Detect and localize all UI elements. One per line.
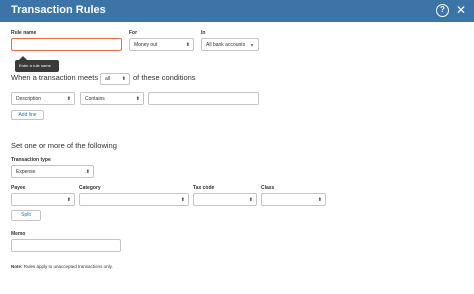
in-select-value: All bank accounts [206,41,246,48]
class-select[interactable]: ⬍ [261,193,326,206]
tax-code-select[interactable]: ⬍ [193,193,257,206]
payee-select[interactable]: ⬍ [11,193,75,206]
category-select[interactable]: ⬍ [79,193,189,206]
class-label: Class [261,185,275,191]
updown-arrow-icon: ⬍ [66,95,71,102]
note-text: Rules apply to unaccepted transactions o… [23,264,113,269]
conditions-suffix: of these conditions [133,73,196,82]
for-label: For [129,30,138,36]
actions-heading: Set one or more of the following [11,141,117,150]
updown-arrow-icon: ⬍ [185,41,190,48]
window-title: Transaction Rules [11,4,106,16]
in-select[interactable]: All bank accounts ▼ [201,38,259,51]
title-bar: Transaction Rules ? ✕ [0,0,474,22]
transaction-type-select[interactable]: Expense ⬍ [11,165,94,178]
rule-name-label: Rule name [11,30,37,36]
split-button[interactable]: Split [11,210,41,221]
condition-field-value: Description [16,95,42,102]
updown-arrow-icon: ⬍ [317,196,322,203]
updown-arrow-icon: ⬍ [66,196,71,203]
updown-arrow-icon: ⬍ [121,76,126,82]
tax-code-label: Tax code [193,185,215,191]
for-select[interactable]: Money out ⬍ [129,38,194,51]
in-label: In [201,30,206,36]
transaction-type-label: Transaction type [11,157,51,163]
payee-label: Payee [11,185,26,191]
category-label: Category [79,185,101,191]
updown-arrow-icon: ⬍ [135,95,140,102]
rule-name-input[interactable] [11,38,122,51]
close-icon[interactable]: ✕ [456,3,466,17]
memo-input[interactable] [11,239,121,252]
for-select-value: Money out [134,41,158,48]
updown-arrow-icon: ⬍ [248,196,253,203]
match-select-value: all [105,76,111,82]
rule-name-tooltip: Enter a rule name [15,56,59,72]
caret-down-icon: ▼ [250,42,254,47]
updown-arrow-icon: ⬍ [85,168,90,175]
match-select[interactable]: all ⬍ [100,73,130,85]
transaction-type-value: Expense [16,168,36,175]
note-bold: Note: [11,264,23,269]
add-line-button[interactable]: Add line [11,110,44,120]
condition-operator-value: Contains [85,95,105,102]
help-icon[interactable]: ? [436,4,449,17]
condition-value-input[interactable] [148,92,259,105]
updown-arrow-icon: ⬍ [180,196,185,203]
condition-field-select[interactable]: Description ⬍ [11,92,75,105]
condition-operator-select[interactable]: Contains ⬍ [80,92,144,105]
memo-label: Memo [11,231,26,237]
conditions-prefix: When a transaction meets [11,73,99,82]
rules-note: Note: Rules apply to unaccepted transact… [11,264,113,269]
